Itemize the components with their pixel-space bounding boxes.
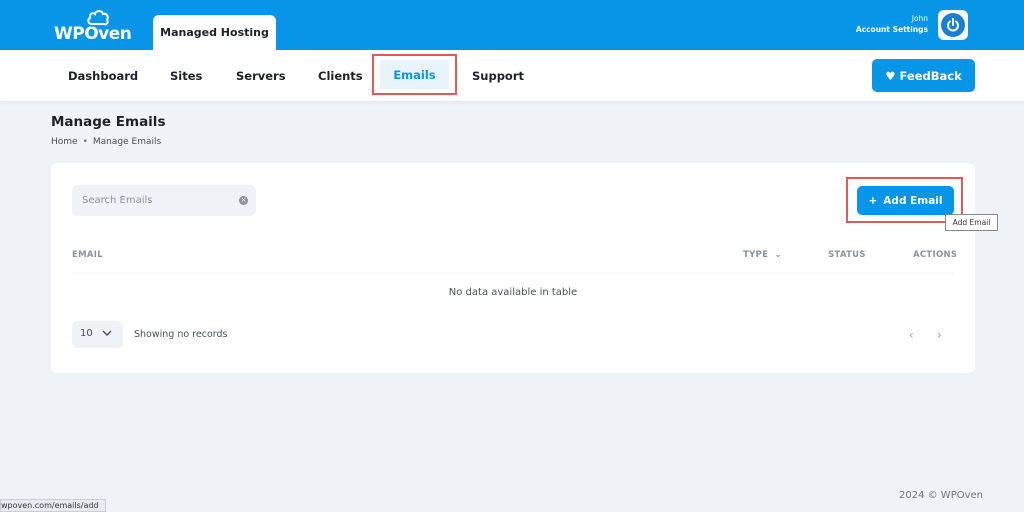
search-box: × <box>72 185 256 216</box>
feedback-label: FeedBack <box>899 68 962 83</box>
main-nav: Dashboard Sites Servers Clients Emails S… <box>0 50 1024 101</box>
emails-card: × + Add Email EMAIL TYPE ⌄ STATUS ACTION… <box>51 163 975 373</box>
user-name: John <box>911 14 928 23</box>
nav-clients[interactable]: Clients <box>318 50 363 101</box>
browser-status-url: wpoven.com/emails/add <box>0 499 106 512</box>
nav-emails-highlight: Emails <box>372 54 457 95</box>
add-email-button[interactable]: + Add Email <box>857 186 954 215</box>
plus-icon: + <box>868 194 878 207</box>
column-header-email[interactable]: EMAIL <box>72 250 103 260</box>
records-info: Showing no records <box>134 329 228 340</box>
page-title: Manage Emails <box>51 114 166 130</box>
column-header-type-label: TYPE <box>743 250 769 260</box>
feedback-button[interactable]: ♥ FeedBack <box>872 59 975 92</box>
sort-chevron-icon: ⌄ <box>774 250 782 260</box>
column-header-status[interactable]: STATUS <box>828 250 866 260</box>
nav-support[interactable]: Support <box>472 50 524 101</box>
column-header-actions: ACTIONS <box>913 250 958 260</box>
page-size-select[interactable]: 10 <box>72 321 123 348</box>
table-header-divider <box>72 273 955 274</box>
add-email-tooltip: Add Email <box>945 214 998 231</box>
account-menu[interactable]: John Account Settings <box>856 13 928 35</box>
breadcrumb-home[interactable]: Home <box>51 137 78 147</box>
logo-text: WPOven <box>54 24 132 44</box>
top-bar: WPOven Managed Hosting John Account Sett… <box>0 0 1024 50</box>
breadcrumb-current: Manage Emails <box>92 137 162 147</box>
account-settings-link[interactable]: Account Settings <box>856 24 928 35</box>
clear-search-icon[interactable]: × <box>239 196 248 205</box>
nav-dashboard[interactable]: Dashboard <box>68 50 138 101</box>
empty-table-message: No data available in table <box>448 287 578 298</box>
heart-icon: ♥ <box>885 68 896 83</box>
power-button[interactable] <box>938 10 968 40</box>
power-icon <box>941 13 965 37</box>
footer-copyright: 2024 © WPOven <box>899 490 984 501</box>
column-header-type[interactable]: TYPE ⌄ <box>743 250 782 260</box>
add-email-label: Add Email <box>883 194 943 207</box>
previous-page-icon[interactable]: ‹ <box>909 328 914 342</box>
search-input[interactable] <box>72 185 232 216</box>
breadcrumb: Home • Manage Emails <box>51 137 161 147</box>
tab-managed-hosting[interactable]: Managed Hosting <box>153 15 276 50</box>
breadcrumb-separator: • <box>82 137 88 147</box>
nav-servers[interactable]: Servers <box>236 50 286 101</box>
next-page-icon[interactable]: › <box>937 328 942 342</box>
page-size-value: 10 <box>80 328 93 339</box>
wpoven-logo[interactable]: WPOven <box>54 8 132 44</box>
chevron-down-icon <box>102 326 112 343</box>
nav-emails[interactable]: Emails <box>380 60 449 89</box>
nav-sites[interactable]: Sites <box>170 50 202 101</box>
